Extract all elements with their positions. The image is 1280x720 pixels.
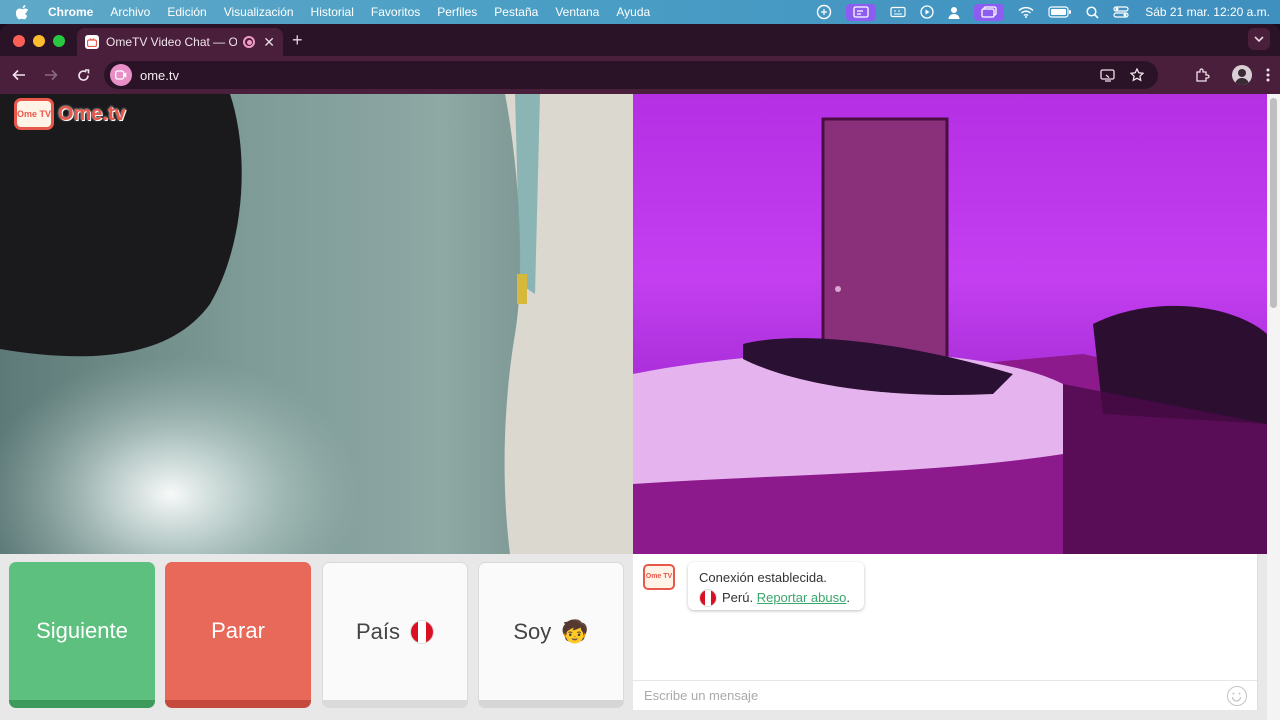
browser-toolbar: ome.tv bbox=[0, 56, 1280, 94]
country-label: País bbox=[355, 618, 401, 644]
local-video: Ome TV Ome.tv bbox=[0, 94, 633, 554]
message-input[interactable] bbox=[644, 688, 1214, 703]
address-url[interactable]: ome.tv bbox=[140, 68, 179, 83]
control-center-icon[interactable] bbox=[1113, 6, 1129, 18]
recording-icon bbox=[243, 36, 256, 48]
menu-edicion[interactable]: Edición bbox=[167, 5, 206, 19]
system-message: Conexión establecida. Perú. Reportar abu… bbox=[688, 562, 864, 610]
ometv-chat-avatar: Ome TV bbox=[643, 564, 675, 590]
report-abuse-link[interactable]: Reportar abuso bbox=[757, 590, 847, 605]
window-controls bbox=[13, 35, 73, 47]
sync-status-icon[interactable] bbox=[816, 4, 832, 20]
connection-status-text: Conexión establecida. bbox=[699, 570, 827, 585]
country-button[interactable]: País bbox=[322, 562, 468, 708]
menu-clock[interactable]: Sáb 21 mar. 12:20 a.m. bbox=[1145, 5, 1270, 19]
close-tab-icon[interactable]: ✕ bbox=[263, 34, 275, 51]
message-bar bbox=[633, 680, 1257, 710]
menu-pestana[interactable]: Pestaña bbox=[494, 5, 538, 19]
new-tab-icon[interactable]: + bbox=[292, 30, 303, 51]
forward-icon[interactable] bbox=[44, 56, 58, 94]
remote-video bbox=[633, 94, 1267, 554]
tab-bar: OmeTV Video Chat — Om ✕ + bbox=[0, 24, 1280, 56]
more-options-icon[interactable] bbox=[1266, 68, 1270, 82]
site-info-icon[interactable] bbox=[110, 64, 132, 86]
gender-label: Soy bbox=[513, 618, 552, 644]
play-icon[interactable] bbox=[920, 5, 934, 19]
menu-ventana[interactable]: Ventana bbox=[555, 5, 599, 19]
browser-window: OmeTV Video Chat — Om ✕ + ome.tv Ome TV … bbox=[0, 24, 1280, 720]
menu-visualizacion[interactable]: Visualización bbox=[224, 5, 294, 19]
menu-app-name[interactable]: Chrome bbox=[48, 5, 93, 19]
boy-emoji-icon: 🧒 bbox=[561, 618, 589, 644]
gender-button[interactable]: Soy 🧒 bbox=[478, 562, 624, 708]
menu-perfiles[interactable]: Perfiles bbox=[437, 5, 477, 19]
address-bar[interactable]: ome.tv bbox=[104, 61, 1158, 89]
menu-historial[interactable]: Historial bbox=[311, 5, 354, 19]
logo-text: Ome.tv bbox=[58, 102, 126, 125]
bookmark-star-icon[interactable] bbox=[1130, 68, 1144, 82]
peru-flag-small-icon bbox=[699, 589, 717, 607]
screen-share-icon[interactable] bbox=[846, 3, 877, 21]
page-content: Ome TV Ome.tv Siguiente Parar País Soy 🧒… bbox=[0, 94, 1280, 720]
tab-ometv[interactable]: OmeTV Video Chat — Om ✕ bbox=[77, 28, 283, 56]
logo-badge-text: Ome TV bbox=[17, 108, 52, 119]
stop-label: Parar bbox=[211, 618, 265, 643]
battery-icon[interactable] bbox=[1048, 6, 1072, 18]
apple-icon[interactable] bbox=[16, 4, 32, 20]
ometv-logo: Ome TV Ome.tv bbox=[14, 98, 126, 130]
next-button[interactable]: Siguiente bbox=[9, 562, 155, 708]
profile-avatar[interactable] bbox=[1232, 65, 1252, 85]
menu-ayuda[interactable]: Ayuda bbox=[616, 5, 650, 19]
stop-button[interactable]: Parar bbox=[165, 562, 311, 708]
partner-country-text: Perú. bbox=[722, 590, 754, 605]
tv-logo-icon: Ome TV bbox=[14, 98, 54, 130]
chat-panel: Ome TV Conexión establecida. Perú. Repor… bbox=[633, 554, 1258, 710]
tab-title: OmeTV Video Chat — Om bbox=[106, 35, 238, 49]
zoom-window-button[interactable] bbox=[53, 35, 65, 47]
minimize-window-button[interactable] bbox=[33, 35, 45, 47]
stage-manager-icon[interactable] bbox=[974, 3, 1005, 21]
next-label: Siguiente bbox=[36, 618, 128, 643]
reload-icon[interactable] bbox=[77, 56, 90, 94]
search-icon[interactable] bbox=[1086, 5, 1099, 19]
page-scrollbar[interactable] bbox=[1267, 94, 1280, 720]
chat-avatar-text: Ome TV bbox=[645, 573, 673, 580]
peru-flag-icon bbox=[410, 619, 435, 644]
tab-search-icon[interactable] bbox=[1248, 28, 1270, 50]
extensions-icon[interactable] bbox=[1195, 67, 1210, 83]
macos-menu-bar: Chrome Archivo Edición Visualización His… bbox=[0, 0, 1280, 24]
close-window-button[interactable] bbox=[13, 35, 25, 47]
user-icon[interactable] bbox=[948, 6, 960, 19]
menu-archivo[interactable]: Archivo bbox=[110, 5, 150, 19]
tv-favicon-icon bbox=[85, 35, 99, 49]
emoji-picker-icon[interactable] bbox=[1227, 686, 1247, 706]
menu-favoritos[interactable]: Favoritos bbox=[371, 5, 420, 19]
cast-icon[interactable] bbox=[1100, 68, 1116, 82]
back-icon[interactable] bbox=[12, 56, 26, 94]
keyboard-icon[interactable] bbox=[890, 6, 906, 18]
partner-country-line: Perú. Reportar abuso. bbox=[699, 588, 864, 608]
wifi-icon[interactable] bbox=[1018, 6, 1034, 18]
